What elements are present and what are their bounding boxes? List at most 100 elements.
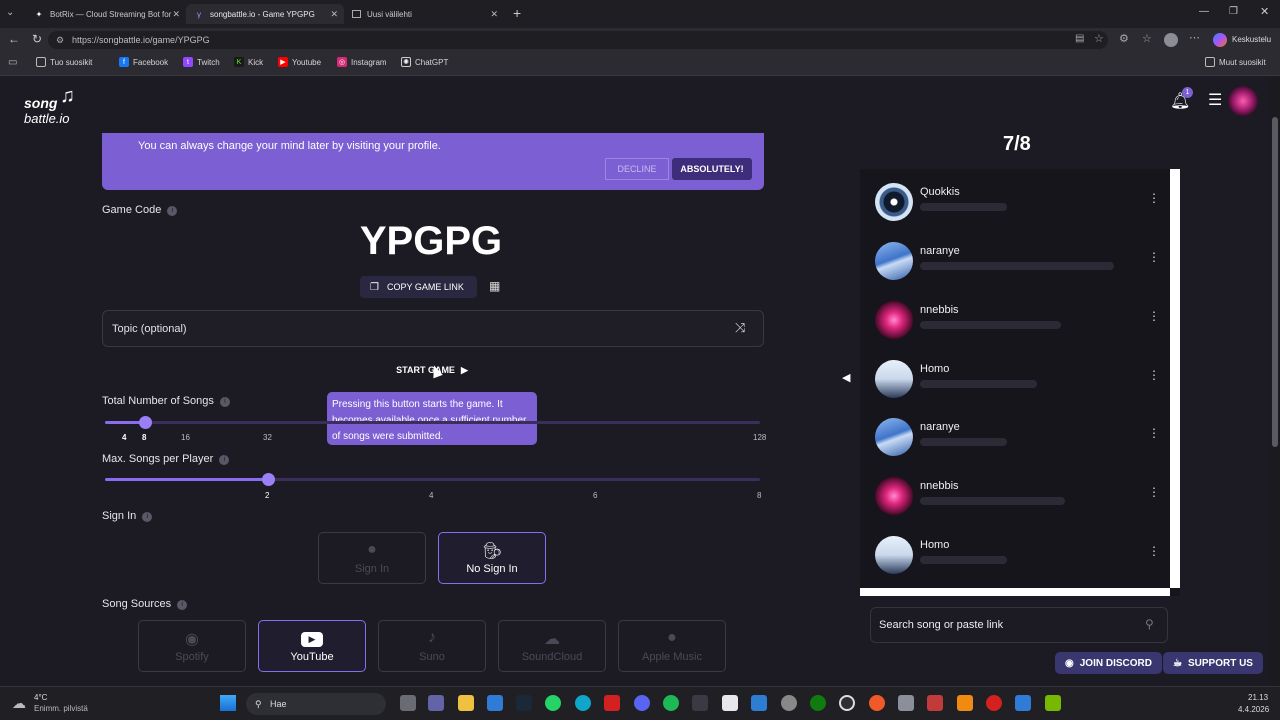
sign-in-option[interactable]: ● Sign In — [318, 532, 426, 584]
shuffle-icon[interactable]: ⤨ — [735, 320, 745, 336]
teams-icon[interactable] — [428, 695, 444, 711]
copy-game-link-button[interactable]: ❐ COPY GAME LINK — [360, 276, 477, 298]
weather-icon[interactable]: ☁ — [12, 695, 26, 712]
source-soundcloud[interactable]: ☁ SoundCloud — [498, 620, 606, 672]
close-tab-icon[interactable]: ✕ — [490, 9, 498, 20]
copilot-label[interactable]: Keskustelu — [1232, 35, 1271, 44]
close-tab-icon[interactable]: ✕ — [172, 9, 180, 20]
player-menu-icon[interactable]: ⋮ — [1148, 544, 1160, 558]
vlc-icon[interactable] — [957, 695, 973, 711]
tab-actions-icon[interactable]: ⌄ — [6, 7, 14, 18]
sidebar-toggle-icon[interactable]: ▭ — [8, 57, 17, 68]
total-songs-slider[interactable] — [105, 421, 760, 424]
restore-icon[interactable]: ❐ — [1229, 6, 1238, 17]
player-menu-icon[interactable]: ⋮ — [1148, 309, 1160, 323]
max-songs-slider-handle[interactable] — [262, 473, 275, 486]
bookmark-kick[interactable]: K Kick — [234, 57, 263, 67]
tab-songbattle[interactable]: γ songbattle.io - Game YPGPG ✕ — [186, 4, 344, 24]
page-scrollbar[interactable] — [1270, 77, 1280, 686]
url-field[interactable]: ⚙ https://songbattle.io/game/YPGPG — [48, 31, 1108, 49]
favorite-star-icon[interactable]: ☆ — [1094, 32, 1104, 45]
source-suno[interactable]: ♪ Suno — [378, 620, 486, 672]
bookmark-chatgpt[interactable]: ✺ ChatGPT — [401, 57, 448, 67]
app-gear-icon[interactable] — [898, 695, 914, 711]
bookmark-twitch[interactable]: t Twitch — [183, 57, 220, 67]
panel-scrollbar[interactable] — [1170, 169, 1180, 588]
topic-input[interactable]: Topic (optional) ⤨ — [102, 310, 764, 347]
profile-avatar[interactable] — [1164, 33, 1178, 47]
panel-hscrollbar[interactable] — [860, 588, 1170, 596]
qr-code-icon[interactable]: ▦ — [489, 279, 500, 293]
source-spotify[interactable]: ◉ Spotify — [138, 620, 246, 672]
steam-icon[interactable] — [516, 695, 532, 711]
more-icon[interactable]: ⋯ — [1189, 31, 1200, 44]
user-avatar[interactable] — [1228, 86, 1258, 116]
source-youtube[interactable]: ▶ YouTube — [258, 620, 366, 672]
info-icon[interactable]: i — [142, 512, 153, 522]
no-sign-in-option[interactable]: 🕵︎ No Sign In — [438, 532, 546, 584]
favorites-icon[interactable]: ☆ — [1142, 32, 1152, 45]
support-us-button[interactable]: ☕︎ SUPPORT US — [1163, 652, 1263, 674]
accept-button[interactable]: ABSOLUTELY! — [672, 158, 752, 180]
songbattle-logo[interactable]: song ♫ battle.io — [22, 85, 82, 126]
app-window-icon[interactable] — [1015, 695, 1031, 711]
player-menu-icon[interactable]: ⋮ — [1148, 426, 1160, 440]
info-icon[interactable]: i — [219, 455, 230, 465]
search-icon[interactable]: ⚲ — [1145, 617, 1154, 631]
reader-icon[interactable]: ▤ — [1075, 33, 1084, 44]
task-view-icon[interactable] — [400, 695, 416, 711]
nvidia-icon[interactable] — [1045, 695, 1061, 711]
bookmark-other[interactable]: Muut suosikit — [1205, 57, 1266, 67]
song-search-input[interactable]: Search song or paste link ⚲ — [870, 607, 1168, 643]
join-discord-button[interactable]: ◉ JOIN DISCORD — [1055, 652, 1162, 674]
info-icon[interactable]: i — [219, 397, 230, 407]
settings-icon[interactable] — [781, 695, 797, 711]
source-apple-music[interactable]: ● Apple Music — [618, 620, 726, 672]
start-icon[interactable] — [220, 695, 236, 711]
site-info-icon[interactable]: ⚙ — [56, 31, 64, 49]
reload-icon[interactable]: ↻ — [32, 32, 42, 46]
obs-icon[interactable] — [839, 695, 855, 711]
tab-new[interactable]: Uusi välilehti ✕ — [344, 4, 504, 24]
player-menu-icon[interactable]: ⋮ — [1148, 485, 1160, 499]
bookmark-youtube[interactable]: ▶ Youtube — [278, 57, 321, 67]
whatsapp-icon[interactable] — [545, 695, 561, 711]
edge-icon[interactable] — [575, 695, 591, 711]
close-tab-icon[interactable]: ✕ — [330, 9, 338, 20]
taskbar-search[interactable]: ⚲ Hae — [246, 693, 386, 715]
copilot-icon[interactable] — [1213, 33, 1227, 47]
player-menu-icon[interactable]: ⋮ — [1148, 191, 1160, 205]
hamburger-menu-icon[interactable]: ☰ — [1208, 90, 1222, 110]
tab-botrix[interactable]: ✦ BotRix — Cloud Streaming Bot for ✕ — [26, 4, 186, 24]
app-red-icon[interactable] — [927, 695, 943, 711]
app-l-icon[interactable] — [604, 695, 620, 711]
brave-icon[interactable] — [869, 695, 885, 711]
clock-date[interactable]: 4.4.2026 — [1238, 705, 1269, 714]
player-menu-icon[interactable]: ⋮ — [1148, 368, 1160, 382]
bookmark-facebook[interactable]: f Facebook — [119, 57, 168, 67]
back-icon[interactable]: ← — [8, 32, 20, 46]
extensions-icon[interactable]: ⚙ — [1119, 32, 1129, 45]
notepad-icon[interactable] — [722, 695, 738, 711]
minimize-icon[interactable]: — — [1199, 6, 1209, 17]
info-icon[interactable]: i — [167, 206, 178, 216]
app-red2-icon[interactable] — [986, 695, 1002, 711]
file-explorer-icon[interactable] — [458, 695, 474, 711]
xbox-icon[interactable] — [810, 695, 826, 711]
total-songs-slider-handle[interactable] — [139, 416, 152, 429]
app-blue-icon[interactable] — [751, 695, 767, 711]
store-icon[interactable] — [487, 695, 503, 711]
clock-time[interactable]: 21.13 — [1248, 693, 1268, 702]
close-window-icon[interactable]: ✕ — [1260, 5, 1269, 18]
new-tab-icon[interactable]: + — [513, 5, 521, 21]
decline-button[interactable]: DECLINE — [605, 158, 669, 180]
player-menu-icon[interactable]: ⋮ — [1148, 250, 1160, 264]
discord-icon[interactable] — [634, 695, 650, 711]
spotify-icon[interactable] — [663, 695, 679, 711]
info-icon[interactable]: i — [177, 600, 188, 610]
bookmark-instagram[interactable]: ◎ Instagram — [337, 57, 387, 67]
page-scrollbar-thumb[interactable] — [1272, 117, 1278, 447]
collapse-panel-icon[interactable]: ◀ — [842, 371, 850, 384]
bookmark-import[interactable]: Tuo suosikit — [36, 57, 92, 67]
app-g-icon[interactable] — [692, 695, 708, 711]
